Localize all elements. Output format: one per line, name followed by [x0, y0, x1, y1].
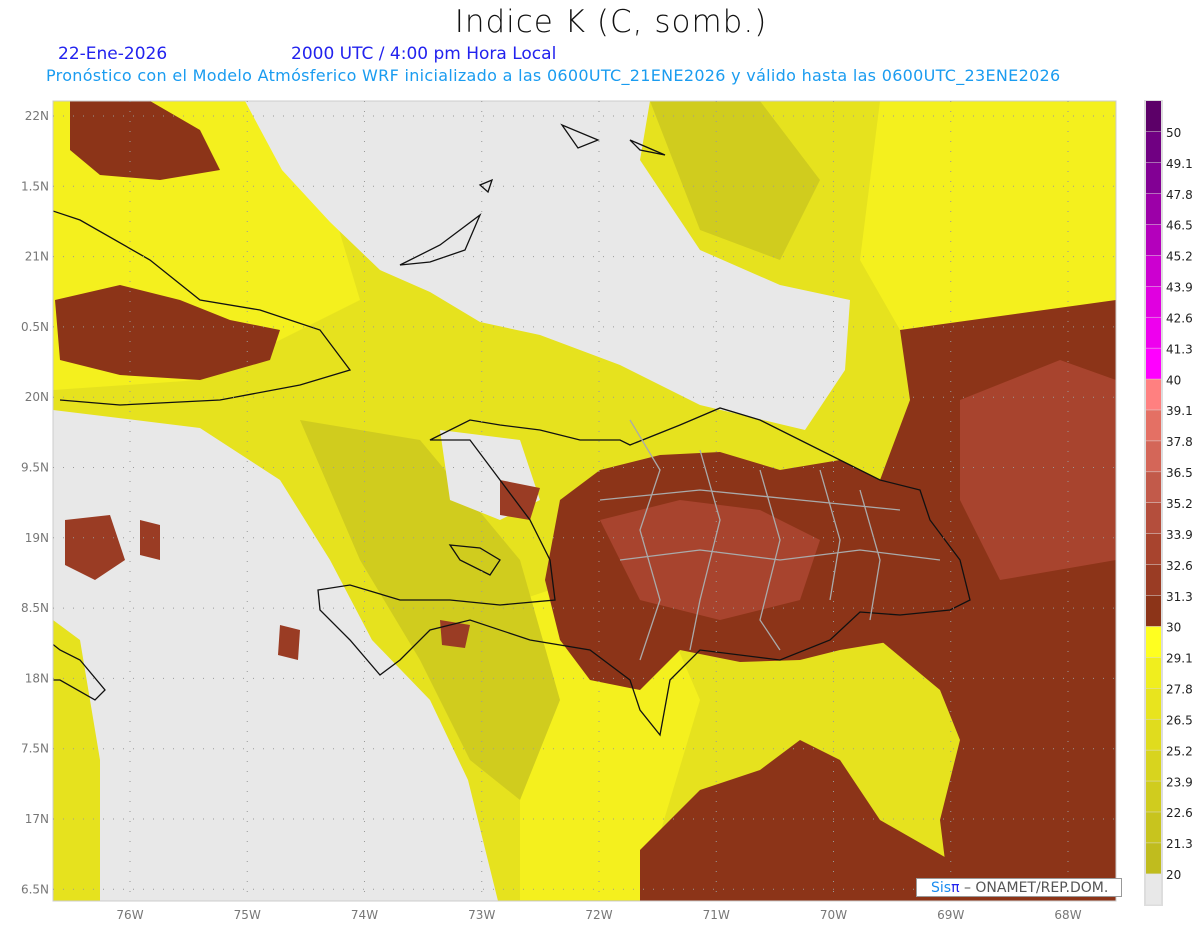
- colorbar-swatch: [1146, 317, 1161, 348]
- colorbar-label: 27.8: [1166, 683, 1193, 697]
- lon-tick-label: 70W: [820, 908, 847, 922]
- colorbar-swatch: [1146, 224, 1161, 256]
- lon-tick-label: 69W: [937, 908, 964, 922]
- colorbar-label: 21.3: [1166, 837, 1193, 851]
- colorbar: 20 21.3 22.6 23.9 25.2 26.5 27.8 29.1 30 31.3 32.6…: [1144, 100, 1193, 906]
- colorbar-label: 43.9: [1166, 281, 1193, 295]
- colorbar-label: 49.1: [1166, 157, 1193, 171]
- lon-tick-label: 73W: [468, 908, 495, 922]
- colorbar-label: 20: [1166, 868, 1181, 882]
- lat-tick-label: 9.5N: [21, 461, 49, 475]
- colorbar-swatch: [1146, 781, 1161, 812]
- colorbar-swatch: [1146, 162, 1161, 194]
- colorbar-label: 36.5: [1166, 466, 1193, 480]
- lon-tick-label: 75W: [234, 908, 261, 922]
- lat-tick-label: 22N: [25, 109, 49, 123]
- colorbar-swatch: [1146, 719, 1161, 750]
- colorbar-swatch: [1146, 843, 1161, 874]
- k-index-map: 76W 75W 74W 73W 72W 71W 70W 69W 68W 22N 1.5N 21N 0.5…: [21, 100, 1193, 922]
- credit-brand-sis: Sis: [931, 880, 952, 896]
- colorbar-swatch: [1146, 503, 1161, 534]
- lon-tick-label: 76W: [116, 908, 143, 922]
- lon-tick-label: 74W: [351, 908, 378, 922]
- lat-tick-label: 0.5N: [21, 320, 49, 334]
- colorbar-label: 29.1: [1166, 652, 1193, 666]
- colorbar-label: 26.5: [1166, 713, 1193, 727]
- colorbar-swatch: [1146, 255, 1161, 287]
- colorbar-swatch: [1146, 131, 1161, 163]
- colorbar-label: 42.6: [1166, 311, 1193, 325]
- colorbar-label: 30: [1166, 621, 1181, 635]
- lat-tick-label: 8.5N: [21, 601, 49, 615]
- lat-tick-label: 6.5N: [21, 882, 49, 896]
- colorbar-label: 35.2: [1166, 497, 1193, 511]
- colorbar-swatch: [1146, 750, 1161, 781]
- colorbar-label: 31.3: [1166, 590, 1193, 604]
- colorbar-label: 23.9: [1166, 775, 1193, 789]
- colorbar-swatch: [1146, 193, 1161, 225]
- map-field: [53, 101, 1116, 901]
- colorbar-swatch: [1146, 688, 1161, 719]
- lat-tick-label: 19N: [25, 531, 49, 545]
- colorbar-label: 37.8: [1166, 435, 1193, 449]
- colorbar-swatch: [1146, 286, 1161, 317]
- lon-tick-label: 71W: [703, 908, 730, 922]
- colorbar-swatch: [1146, 874, 1161, 905]
- colorbar-label: 33.9: [1166, 528, 1193, 542]
- colorbar-swatch: [1146, 410, 1161, 441]
- colorbar-swatch: [1146, 348, 1161, 379]
- colorbar-label: 32.6: [1166, 559, 1193, 573]
- lat-tick-label: 18N: [25, 671, 49, 685]
- colorbar-swatch: [1146, 441, 1161, 472]
- colorbar-label: 46.5: [1166, 219, 1193, 233]
- colorbar-label: 41.3: [1166, 342, 1193, 356]
- colorbar-swatch: [1146, 472, 1161, 503]
- lat-tick-label: 20N: [25, 390, 49, 404]
- colorbar-swatch: [1146, 379, 1161, 410]
- credit-text: – ONAMET/REP.DOM.: [959, 880, 1109, 896]
- colorbar-swatch: [1146, 564, 1161, 596]
- lat-tick-label: 21N: [25, 250, 49, 264]
- lon-tick-label: 68W: [1054, 908, 1081, 922]
- colorbar-label: 47.8: [1166, 188, 1193, 202]
- colorbar-swatch: [1146, 533, 1161, 565]
- colorbar-swatch: [1146, 626, 1161, 658]
- colorbar-swatch: [1146, 657, 1161, 689]
- colorbar-swatch: [1146, 595, 1161, 627]
- colorbar-swatch: [1146, 101, 1161, 132]
- colorbar-label: 25.2: [1166, 744, 1193, 758]
- lon-tick-label: 72W: [585, 908, 612, 922]
- colorbar-swatch: [1146, 812, 1161, 843]
- colorbar-label: 22.6: [1166, 806, 1193, 820]
- colorbar-label: 40: [1166, 373, 1181, 387]
- lat-tick-label: 17N: [25, 812, 49, 826]
- credit-brand-pi: π: [951, 880, 960, 896]
- colorbar-label: 50: [1166, 126, 1181, 140]
- colorbar-label: 45.2: [1166, 250, 1193, 264]
- lat-tick-label: 1.5N: [21, 179, 49, 193]
- lat-tick-label: 7.5N: [21, 742, 49, 756]
- colorbar-label: 39.1: [1166, 404, 1193, 418]
- credit-box: Sisπ – ONAMET/REP.DOM.: [916, 878, 1122, 897]
